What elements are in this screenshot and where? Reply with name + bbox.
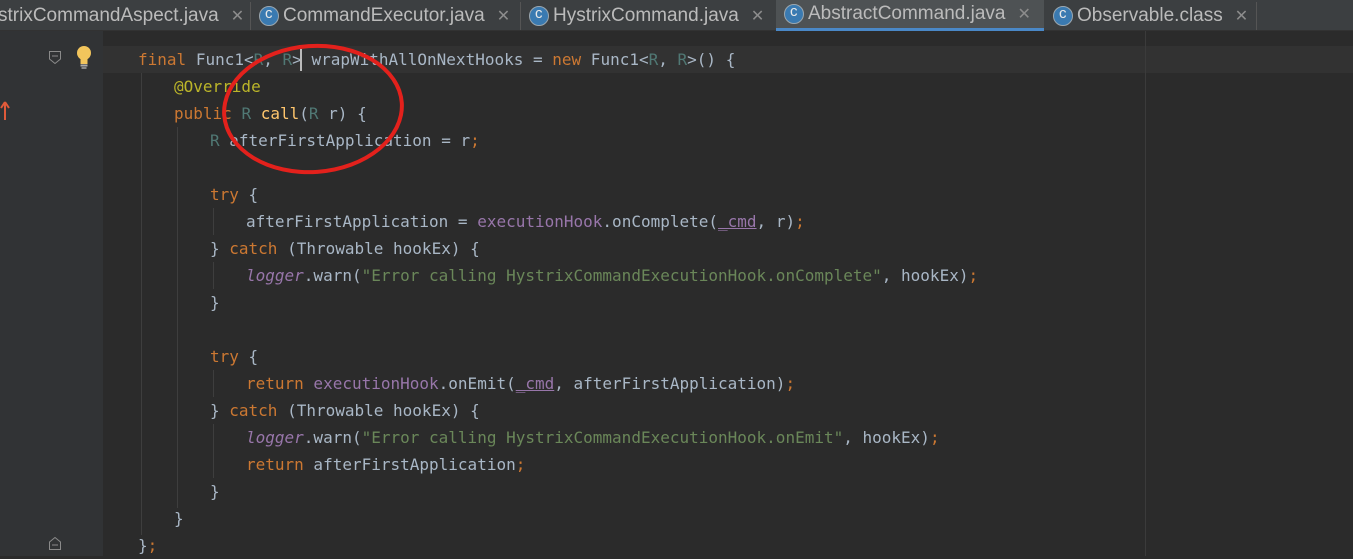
java-class-icon <box>1053 5 1073 26</box>
code-line-1: final Func1<R, R> wrapWithAllOnNextHooks… <box>138 46 735 73</box>
code-line-14: } catch (Throwable hookEx) { <box>210 397 480 424</box>
code-text: (Throwable hookEx) { <box>277 239 480 258</box>
keyword: try <box>210 185 239 204</box>
code-text: } <box>210 401 230 420</box>
code-text: .onEmit( <box>438 374 516 393</box>
keyword: return <box>246 374 304 393</box>
keyword: final <box>138 50 187 69</box>
tab-label: Observable.class <box>1077 4 1223 26</box>
code-text: } <box>210 239 230 258</box>
code-text: (Throwable hookEx) { <box>277 401 480 420</box>
editor-gutter[interactable] <box>0 31 103 556</box>
indent-guide <box>213 262 214 289</box>
code-text: afterFirstApplication = <box>246 212 478 231</box>
lightbulb-icon[interactable] <box>74 44 94 70</box>
java-class-icon <box>529 5 549 26</box>
indent-guide <box>177 127 178 508</box>
semicolon: ; <box>147 536 158 555</box>
tab-observable[interactable]: Observable.class ✕ <box>1045 0 1255 31</box>
fold-marker-icon[interactable] <box>49 51 61 64</box>
type-name: Func1 <box>581 50 639 69</box>
tab-command-executor[interactable]: CommandExecutor.java ✕ <box>251 0 519 31</box>
code-line-12: try { <box>210 343 258 370</box>
field-ref: _cmd <box>515 374 555 393</box>
code-text: .onComplete( <box>602 212 719 231</box>
code-text: { <box>238 347 259 366</box>
code-text: } <box>138 536 148 555</box>
code-line-13: return executionHook.onEmit(_cmd, afterF… <box>246 370 795 397</box>
punct: < <box>638 50 649 69</box>
right-margin-guide <box>1145 31 1146 556</box>
code-text: , hookEx) <box>881 266 969 285</box>
static-field-ref: logger <box>246 428 304 447</box>
type-param: R <box>210 131 220 150</box>
code-text: , afterFirstApplication) <box>554 374 786 393</box>
java-class-icon <box>784 3 804 24</box>
semicolon: ; <box>929 428 940 447</box>
tab-label: AbstractCommand.java <box>808 3 1006 24</box>
keyword: catch <box>229 401 278 420</box>
keyword: try <box>210 347 239 366</box>
code-text: { <box>238 185 259 204</box>
close-icon[interactable]: ✕ <box>497 6 510 26</box>
code-text: , r) <box>756 212 796 231</box>
tab-hystrix-command-aspect[interactable]: strixCommandAspect.java ✕ <box>0 0 248 31</box>
code-text: } <box>210 482 220 501</box>
tab-label: strixCommandAspect.java <box>0 4 219 26</box>
code-text: } <box>174 509 184 528</box>
close-icon[interactable]: ✕ <box>1235 6 1248 26</box>
indent-guide <box>213 208 214 235</box>
code-line-6: try { <box>210 181 258 208</box>
code-line-16: return afterFirstApplication; <box>246 451 525 478</box>
code-line-15: logger.warn("Error calling HystrixComman… <box>246 424 940 451</box>
code-text: } <box>210 293 220 312</box>
static-field-ref: logger <box>246 266 304 285</box>
code-text: , hookEx) <box>843 428 930 447</box>
tab-label: HystrixCommand.java <box>553 4 739 26</box>
punct: = <box>523 50 553 69</box>
close-icon[interactable]: ✕ <box>1017 4 1030 24</box>
type-name: Func1 <box>195 50 244 69</box>
code-line-7: afterFirstApplication = executionHook.on… <box>246 208 805 235</box>
semicolon: ; <box>470 131 480 150</box>
code-line-9: logger.warn("Error calling HystrixComman… <box>246 262 978 289</box>
punct: , <box>658 50 678 69</box>
close-icon[interactable]: ✕ <box>751 6 764 26</box>
field-ref: executionHook <box>303 374 439 393</box>
semicolon: ; <box>968 266 979 285</box>
java-class-icon <box>259 5 279 26</box>
code-text: .warn( <box>303 428 362 447</box>
type-param: R <box>648 50 659 69</box>
indent-guide <box>141 73 142 535</box>
semicolon: ; <box>795 212 805 231</box>
editor-tab-bar: strixCommandAspect.java ✕ CommandExecuto… <box>0 0 1353 31</box>
code-line-17: } <box>210 478 220 505</box>
fold-marker-icon[interactable] <box>49 537 61 550</box>
code-line-18: } <box>174 505 184 532</box>
code-line-8: } catch (Throwable hookEx) { <box>210 235 480 262</box>
field-ref: _cmd <box>718 212 757 231</box>
keyword: new <box>552 50 582 69</box>
keyword: catch <box>229 239 278 258</box>
tab-label: CommandExecutor.java <box>283 4 485 26</box>
tab-hystrix-command[interactable]: HystrixCommand.java ✕ <box>521 0 775 31</box>
close-icon[interactable]: ✕ <box>231 6 244 26</box>
field-ref: executionHook <box>477 212 603 231</box>
override-arrow-icon[interactable] <box>0 100 10 122</box>
code-line-10: } <box>210 289 220 316</box>
code-text: afterFirstApplication <box>303 455 516 474</box>
punct: >() { <box>687 50 736 69</box>
tab-abstract-command[interactable]: AbstractCommand.java ✕ <box>776 0 1044 31</box>
semicolon: ; <box>515 455 526 474</box>
indent-guide <box>213 370 214 397</box>
tab-separator <box>1256 2 1257 30</box>
keyword: return <box>246 455 304 474</box>
semicolon: ; <box>785 374 796 393</box>
type-param: R <box>677 50 688 69</box>
string-literal: "Error calling HystrixCommandExecutionHo… <box>361 428 844 447</box>
string-literal: "Error calling HystrixCommandExecutionHo… <box>361 266 882 285</box>
code-text: .warn( <box>303 266 362 285</box>
indent-guide <box>213 424 214 478</box>
code-line-19: }; <box>138 532 157 559</box>
